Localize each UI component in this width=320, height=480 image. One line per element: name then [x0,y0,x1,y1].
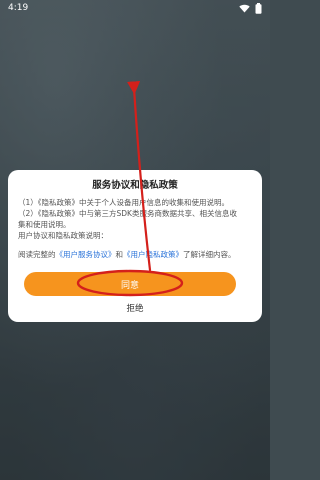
agreement-links-line: 阅读完整的《用户服务协议》和《用户隐私政策》了解详细内容。 [18,249,252,260]
status-time: 4:19 [8,3,29,13]
reject-button[interactable]: 拒绝 [0,302,270,316]
wifi-icon [239,4,250,13]
links-suffix: 了解详细内容。 [183,250,236,259]
privacy-dialog: 服务协议和隐私政策 （1）《隐私政策》中关于个人设备用户信息的收集和使用说明。 … [8,170,262,322]
content-line-3: 集和使用说明。 [18,220,71,229]
privacy-policy-link[interactable]: 《用户隐私政策》 [123,250,183,259]
user-agreement-link[interactable]: 《用户服务协议》 [56,250,116,259]
dialog-title: 服务协议和隐私政策 [92,180,178,191]
status-bar: 4:19 [0,0,270,16]
agree-button-label: 同意 [120,280,139,291]
content-line-4: 用户协议和隐私政策说明： [18,231,108,240]
reject-button-label: 拒绝 [126,304,144,314]
content-line-1: （1）《隐私政策》中关于个人设备用户信息的收集和使用说明。 [18,198,230,207]
dialog-content: （1）《隐私政策》中关于个人设备用户信息的收集和使用说明。 （2）《隐私政策》中… [18,197,252,241]
links-prefix: 阅读完整的 [18,250,56,259]
agree-button[interactable]: 同意 [24,272,236,296]
links-and: 和 [115,250,124,259]
battery-icon [255,2,262,14]
status-icons [239,2,262,14]
content-line-2: （2）《隐私政策》中与第三方SDK类服务商数据共享、相关信息收 [18,209,237,218]
